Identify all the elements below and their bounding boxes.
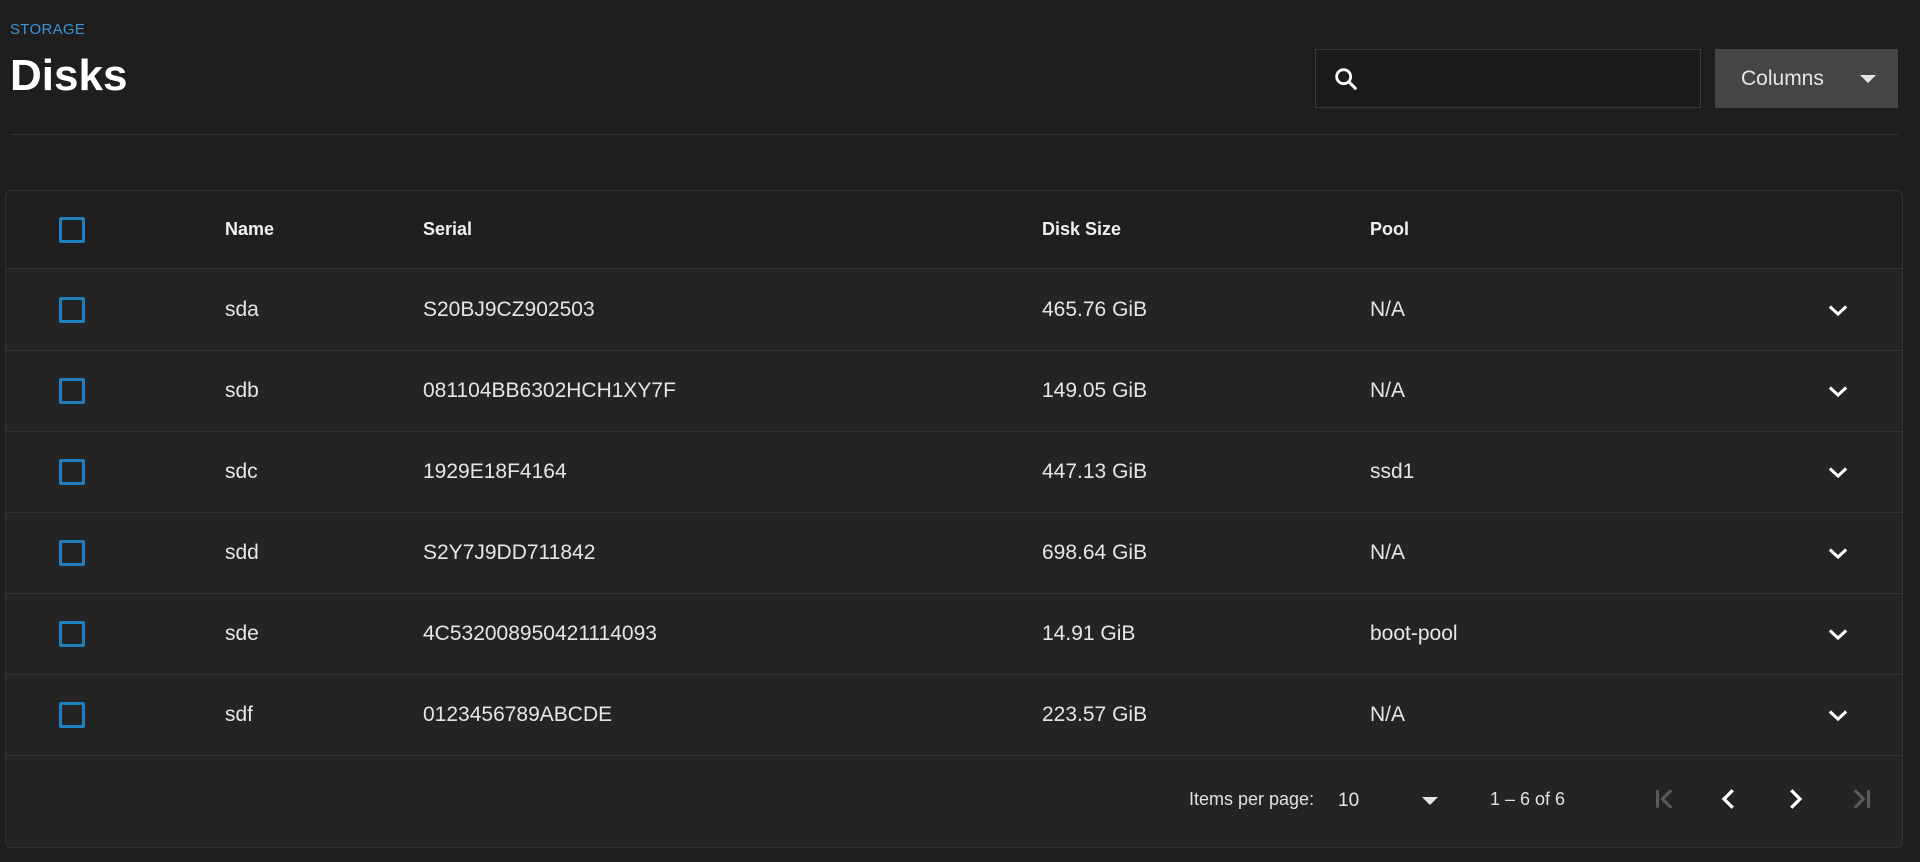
column-header-serial[interactable]: Serial xyxy=(423,191,472,268)
search-box[interactable] xyxy=(1315,49,1701,108)
disk-size: 698.64 GiB xyxy=(1042,541,1148,564)
row-expand-cell xyxy=(1820,351,1856,431)
last-page-button[interactable] xyxy=(1839,777,1883,821)
table-row[interactable]: sdc 1929E18F4164 447.13 GiB ssd1 xyxy=(6,432,1902,513)
disk-name: sda xyxy=(225,298,259,321)
disk-size: 465.76 GiB xyxy=(1042,298,1148,321)
row-checkbox-cell xyxy=(59,270,85,350)
row-expand-button[interactable] xyxy=(1820,454,1856,490)
first-page-icon xyxy=(1656,789,1673,809)
chevron-left-icon xyxy=(1721,789,1734,809)
row-checkbox[interactable] xyxy=(59,297,85,323)
row-expand-button[interactable] xyxy=(1820,292,1856,328)
header-checkbox-cell xyxy=(59,191,85,268)
chevron-down-icon xyxy=(1828,386,1848,398)
next-page-button[interactable] xyxy=(1773,777,1817,821)
disk-pool: boot-pool xyxy=(1370,622,1458,645)
page-title: Disks xyxy=(10,51,128,100)
disk-serial: S20BJ9CZ902503 xyxy=(423,298,595,321)
row-checkbox[interactable] xyxy=(59,378,85,404)
disk-serial: 1929E18F4164 xyxy=(423,460,567,483)
chevron-right-icon xyxy=(1790,789,1803,809)
disk-size: 447.13 GiB xyxy=(1042,460,1148,483)
table-row[interactable]: sda S20BJ9CZ902503 465.76 GiB N/A xyxy=(6,270,1902,351)
row-checkbox-cell xyxy=(59,594,85,674)
chevron-down-icon xyxy=(1828,629,1848,641)
select-all-checkbox[interactable] xyxy=(59,216,85,243)
page-range-label: 1 – 6 of 6 xyxy=(1490,789,1566,809)
column-header-disk-size[interactable]: Disk Size xyxy=(1042,191,1121,268)
disk-pool: ssd1 xyxy=(1370,460,1415,483)
table-row[interactable]: sdd S2Y7J9DD711842 698.64 GiB N/A xyxy=(6,513,1902,594)
row-expand-cell xyxy=(1820,432,1856,512)
row-expand-cell xyxy=(1820,594,1856,674)
disk-serial: 4C532008950421114093 xyxy=(423,622,657,645)
disk-name: sdc xyxy=(225,460,258,483)
items-per-page-select[interactable]: 10 xyxy=(1338,781,1438,821)
row-checkbox-cell xyxy=(59,432,85,512)
paginator: Items per page: 10 1 – 6 of 6 xyxy=(6,755,1902,847)
row-checkbox[interactable] xyxy=(59,459,85,485)
disks-page: STORAGE Disks Columns Name Serial Disk S… xyxy=(0,0,1920,862)
table-row[interactable]: sdf 0123456789ABCDE 223.57 GiB N/A xyxy=(6,675,1902,756)
disks-table: Name Serial Disk Size Pool sda S20BJ9CZ90… xyxy=(5,190,1903,848)
disk-pool: N/A xyxy=(1370,541,1406,564)
disk-serial: 0123456789ABCDE xyxy=(423,703,613,726)
table-row[interactable]: sde 4C532008950421114093 14.91 GiB boot-poo… xyxy=(6,594,1902,675)
disk-name: sdb xyxy=(225,379,259,402)
disk-pool: N/A xyxy=(1370,703,1406,726)
row-checkbox-cell xyxy=(59,513,85,593)
disk-serial: 081104BB6302HCH1XY7F xyxy=(423,379,676,402)
columns-button-label: Columns xyxy=(1741,66,1824,90)
disk-size: 149.05 GiB xyxy=(1042,379,1148,402)
chevron-down-icon xyxy=(1828,467,1848,479)
disk-name: sdd xyxy=(225,541,259,564)
column-header-name[interactable]: Name xyxy=(225,191,274,268)
items-per-page-label: Items per page: xyxy=(1189,789,1315,809)
header-divider xyxy=(10,134,1898,135)
table-row[interactable]: sdb 081104BB6302HCH1XY7F 149.05 GiB N/A xyxy=(6,351,1902,432)
disk-pool: N/A xyxy=(1370,379,1406,402)
last-page-icon xyxy=(1853,789,1870,809)
row-expand-button[interactable] xyxy=(1820,535,1856,571)
search-input[interactable] xyxy=(1360,50,1700,107)
disk-name: sdf xyxy=(225,703,254,726)
disk-pool: N/A xyxy=(1370,298,1406,321)
row-checkbox-cell xyxy=(59,675,85,755)
columns-button[interactable]: Columns xyxy=(1715,49,1898,108)
disk-serial: S2Y7J9DD711842 xyxy=(423,541,596,564)
previous-page-button[interactable] xyxy=(1707,777,1751,821)
chevron-down-icon xyxy=(1828,305,1848,317)
chevron-down-icon xyxy=(1828,710,1848,722)
table-header-row: Name Serial Disk Size Pool xyxy=(6,191,1902,269)
row-expand-cell xyxy=(1820,675,1856,755)
breadcrumb[interactable]: STORAGE xyxy=(10,21,85,38)
caret-down-icon xyxy=(1422,797,1438,805)
disk-size: 223.57 GiB xyxy=(1042,703,1148,726)
search-icon xyxy=(1335,67,1357,90)
row-expand-button[interactable] xyxy=(1820,373,1856,409)
row-expand-button[interactable] xyxy=(1820,697,1856,733)
caret-down-icon xyxy=(1860,74,1876,83)
row-checkbox[interactable] xyxy=(59,702,85,728)
column-header-pool[interactable]: Pool xyxy=(1370,191,1409,268)
row-expand-cell xyxy=(1820,513,1856,593)
row-checkbox-cell xyxy=(59,351,85,431)
items-per-page-value: 10 xyxy=(1338,790,1360,811)
disk-name: sde xyxy=(225,622,259,645)
row-checkbox[interactable] xyxy=(59,621,85,647)
disk-size: 14.91 GiB xyxy=(1042,622,1136,645)
row-checkbox[interactable] xyxy=(59,540,85,566)
first-page-button[interactable] xyxy=(1643,777,1687,821)
chevron-down-icon xyxy=(1828,548,1848,560)
row-expand-cell xyxy=(1820,270,1856,350)
row-expand-button[interactable] xyxy=(1820,616,1856,652)
